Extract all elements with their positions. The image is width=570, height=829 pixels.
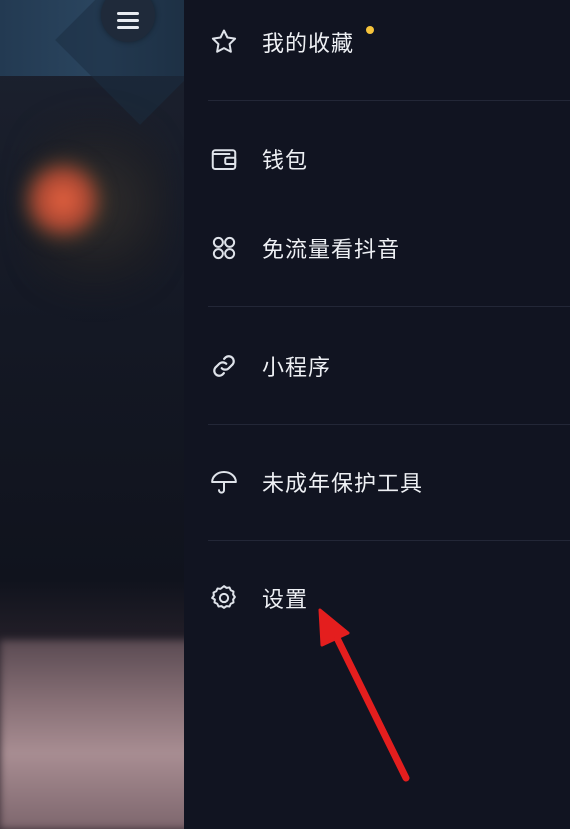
- drawer-item-label: 设置: [262, 588, 309, 613]
- divider: [208, 540, 570, 541]
- gear-icon: [208, 582, 240, 614]
- notification-dot: [366, 26, 374, 34]
- background-header: [0, 0, 195, 125]
- drawer-item-free-data[interactable]: 免流量看抖音: [208, 228, 400, 268]
- drawer-item-minor-protection[interactable]: 未成年保护工具: [208, 462, 423, 502]
- divider: [208, 306, 570, 307]
- umbrella-icon: [208, 466, 240, 498]
- drawer-item-label: 我的收藏: [262, 32, 355, 57]
- app-screen: 我的收藏 钱包 免流量看抖音 小程序 未成年保护工具 设置: [0, 0, 570, 829]
- hamburger-icon: [117, 12, 139, 30]
- drawer-item-label: 未成年保护工具: [262, 472, 424, 497]
- drawer-item-favorites[interactable]: 我的收藏: [208, 22, 354, 62]
- background-content: [0, 0, 195, 829]
- wallet-icon: [208, 143, 240, 175]
- side-drawer: 我的收藏 钱包 免流量看抖音 小程序 未成年保护工具 设置: [184, 0, 570, 829]
- divider: [208, 100, 570, 101]
- star-icon: [208, 26, 240, 58]
- grid-four-circles-icon: [208, 232, 240, 264]
- drawer-item-label: 免流量看抖音: [262, 238, 401, 263]
- background-thumbnail: [0, 640, 195, 829]
- drawer-item-label: 小程序: [262, 356, 332, 381]
- link-icon: [208, 350, 240, 382]
- drawer-item-label: 钱包: [262, 149, 309, 174]
- divider: [208, 424, 570, 425]
- drawer-item-wallet[interactable]: 钱包: [208, 139, 308, 179]
- drawer-item-settings[interactable]: 设置: [208, 578, 308, 618]
- drawer-item-mini-programs[interactable]: 小程序: [208, 346, 331, 386]
